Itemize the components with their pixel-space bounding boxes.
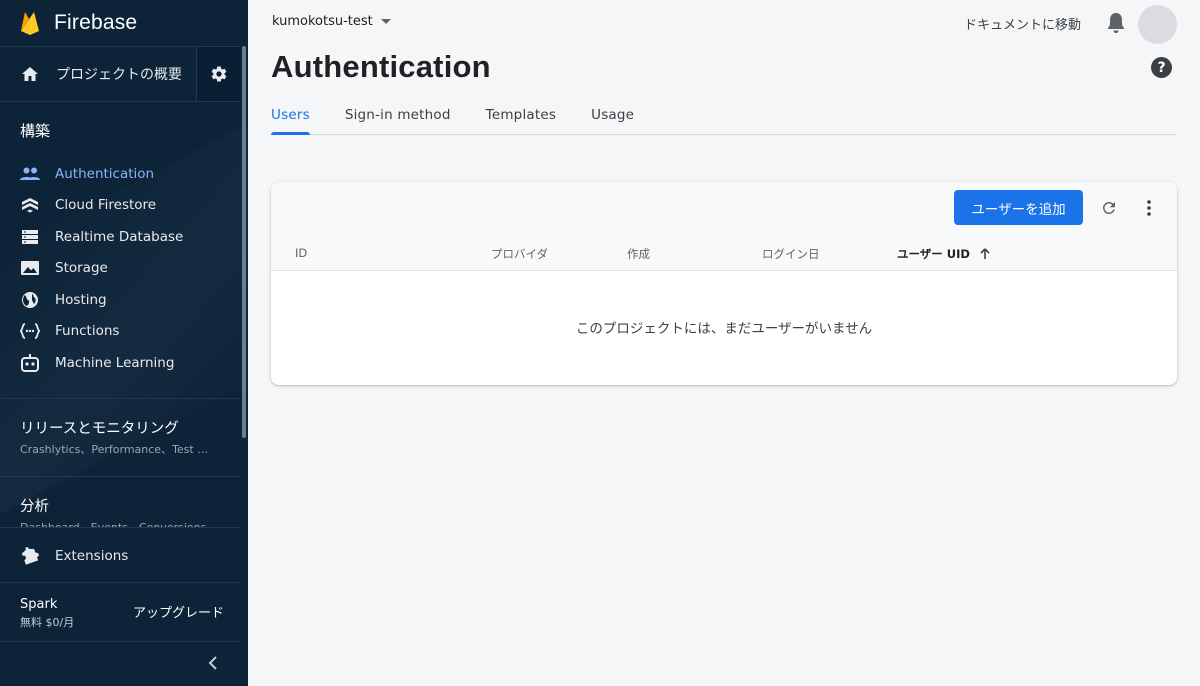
sidebar-item-realtime-database[interactable]: Realtime Database [0, 221, 240, 253]
build-heading: 構築 [20, 122, 51, 140]
column-header-id[interactable]: ID [295, 246, 307, 260]
sidebar-divider [0, 527, 240, 528]
users-card: ユーザーを追加 ID プロバイダ 作成 ログイン日 ユーザー UID このプロジ… [271, 182, 1177, 385]
tab-sign-in-method[interactable]: Sign-in method [345, 101, 451, 134]
users-table-header: ユーザーを追加 ID プロバイダ 作成 ログイン日 ユーザー UID [271, 182, 1177, 271]
robot-icon [20, 353, 40, 373]
brand[interactable]: Firebase [0, 0, 248, 46]
column-header-signed-in[interactable]: ログイン日 [762, 246, 820, 262]
docs-link[interactable]: ドキュメントに移動 [964, 14, 1081, 33]
settings-button[interactable] [196, 47, 240, 101]
project-overview-link[interactable]: プロジェクトの概要 [0, 47, 196, 101]
project-name: kumokotsu-test [272, 14, 373, 29]
sidebar-item-label: Functions [55, 323, 120, 340]
people-icon [20, 164, 40, 184]
collapse-sidebar-button[interactable] [203, 653, 223, 673]
tab-users[interactable]: Users [271, 101, 310, 135]
sidebar-divider [0, 582, 240, 583]
column-header-label: ユーザー UID [897, 247, 970, 261]
firebase-logo-icon [21, 12, 39, 35]
more-options-button[interactable] [1143, 199, 1155, 221]
sidebar-item-label: Authentication [55, 165, 155, 182]
refresh-icon [1102, 201, 1115, 214]
help-icon[interactable]: ? [1151, 57, 1172, 78]
analytics-heading[interactable]: 分析 [20, 495, 49, 516]
empty-state-message: このプロジェクトには、まだユーザーがいません [575, 321, 873, 337]
add-user-button[interactable]: ユーザーを追加 [954, 190, 1083, 225]
sidebar-item-storage[interactable]: Storage [0, 253, 240, 285]
extensions-label: Extensions [55, 547, 129, 564]
page-title: Authentication [271, 49, 491, 84]
refresh-button[interactable] [1100, 199, 1118, 221]
release-monitoring-heading[interactable]: リリースとモニタリング [20, 417, 179, 438]
build-nav: Authentication Cloud Firestore Realtime … [0, 158, 240, 379]
gear-icon [211, 66, 226, 82]
tab-usage[interactable]: Usage [591, 101, 634, 134]
storage-icon [20, 258, 40, 278]
sidebar-item-label: Realtime Database [55, 228, 184, 245]
analytics-subtitle: Dashboard、Events、Conversions、… [20, 519, 220, 527]
project-selector[interactable]: kumokotsu-test [272, 14, 391, 29]
tab-bar: Users Sign-in method Templates Usage [271, 101, 1177, 135]
sidebar-divider [0, 398, 240, 399]
plan-name: Spark [20, 597, 58, 612]
column-header-created[interactable]: 作成 [627, 246, 650, 262]
firestore-icon [20, 195, 40, 215]
arrow-up-icon [980, 248, 990, 259]
sidebar-item-label: Machine Learning [55, 354, 175, 371]
sidebar-item-authentication[interactable]: Authentication [0, 158, 240, 190]
upgrade-button[interactable]: アップグレード [133, 602, 224, 621]
sidebar-divider [0, 476, 240, 477]
globe-icon [20, 290, 40, 310]
caret-down-icon [380, 19, 391, 24]
plan-info: Spark 無料 $0/月 [20, 597, 74, 630]
sidebar-item-label: Hosting [55, 291, 107, 308]
sidebar-item-extensions[interactable]: Extensions [0, 540, 240, 571]
sidebar-item-label: Storage [55, 260, 108, 277]
column-header-provider[interactable]: プロバイダ [491, 246, 548, 262]
project-overview-label: プロジェクトの概要 [56, 67, 182, 83]
sidebar: Firebase プロジェクトの概要 構築 Authentication Clo… [0, 0, 248, 686]
project-overview: プロジェクトの概要 [0, 46, 240, 102]
puzzle-icon [20, 546, 40, 565]
sidebar-item-label: Cloud Firestore [55, 197, 157, 214]
chevron-left-icon [208, 656, 217, 670]
sidebar-scrollbar[interactable] [242, 46, 246, 438]
sidebar-item-hosting[interactable]: Hosting [0, 284, 240, 316]
column-header-user-uid[interactable]: ユーザー UID [897, 246, 990, 262]
plan-price: 無料 $0/月 [20, 616, 75, 629]
notifications-button[interactable] [1106, 12, 1126, 38]
functions-icon [20, 321, 40, 341]
home-icon [22, 67, 38, 81]
brand-name: Firebase [54, 11, 138, 34]
avatar[interactable] [1138, 5, 1177, 44]
sidebar-item-machine-learning[interactable]: Machine Learning [0, 347, 240, 379]
release-monitoring-subtitle: Crashlytics、Performance、Test … [20, 443, 209, 456]
tab-templates[interactable]: Templates [486, 101, 556, 134]
more-vert-icon [1147, 200, 1151, 216]
bell-icon [1108, 13, 1124, 33]
sidebar-item-functions[interactable]: Functions [0, 316, 240, 348]
database-icon [20, 227, 40, 247]
sidebar-item-cloud-firestore[interactable]: Cloud Firestore [0, 190, 240, 222]
sidebar-divider [0, 641, 240, 642]
